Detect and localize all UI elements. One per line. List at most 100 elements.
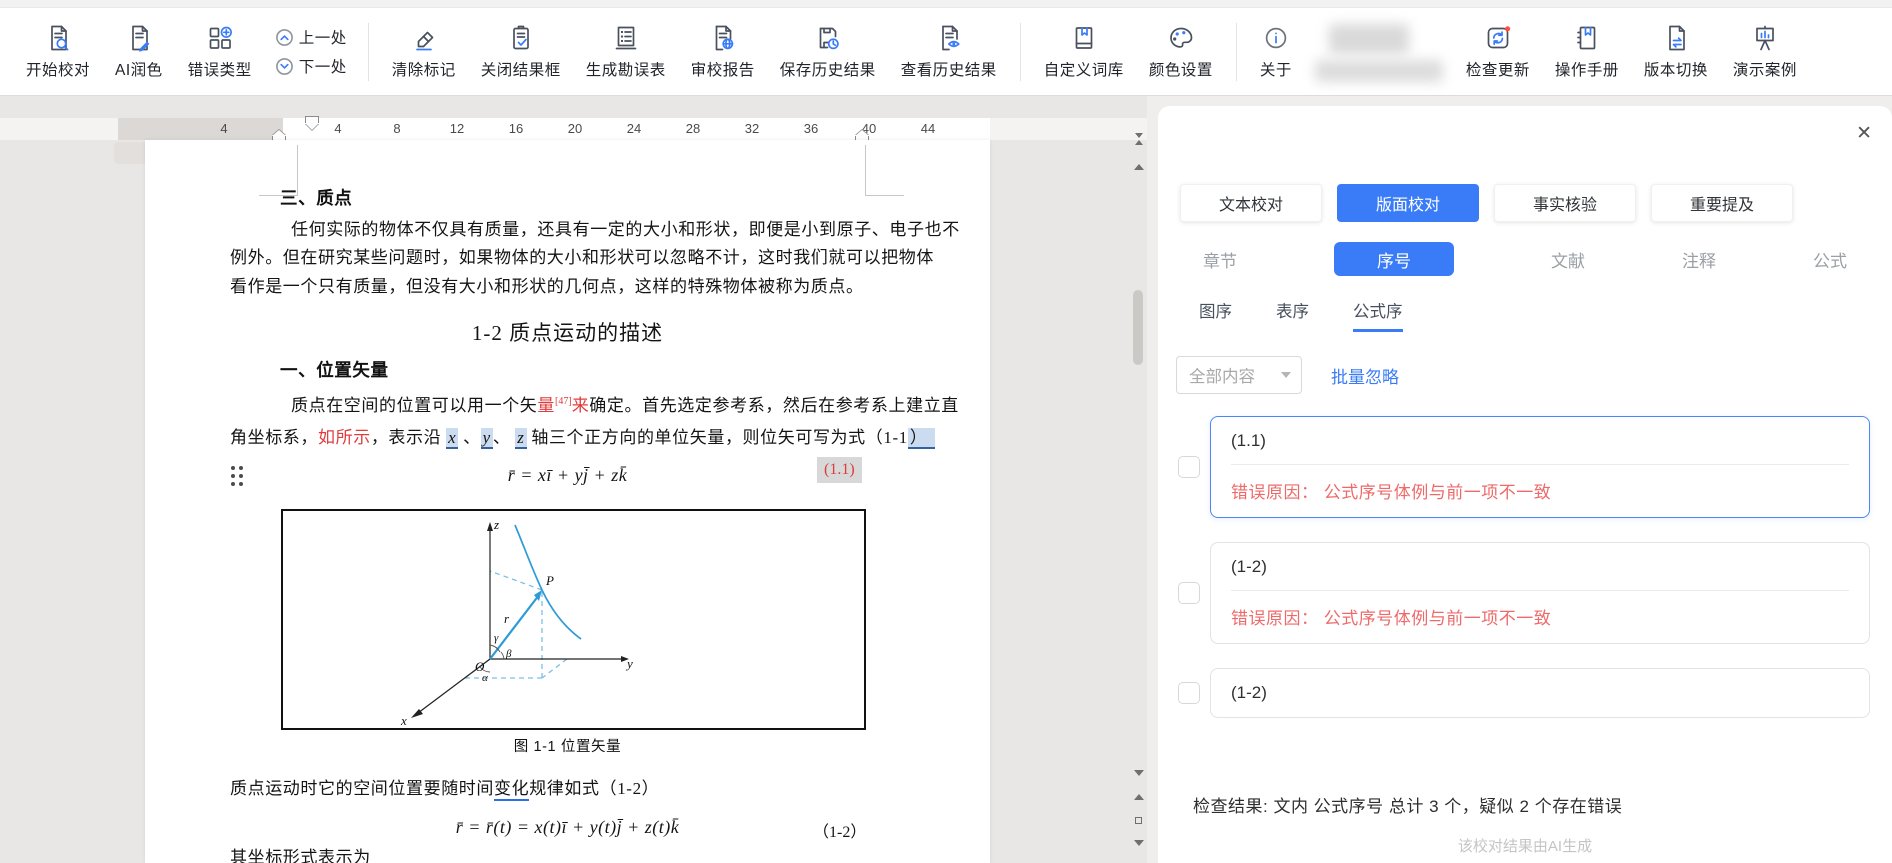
scroll-down-button[interactable] <box>1130 764 1147 781</box>
highlight-y[interactable]: y <box>481 428 493 449</box>
figure-caption: 图 1-1 位置矢量 <box>145 740 990 755</box>
color-settings-button[interactable]: 颜色设置 <box>1147 21 1215 82</box>
subtab-references[interactable]: 文献 <box>1551 247 1585 272</box>
layout-category-tabs: 章节 序号 文献 注释 公式 <box>1203 242 1847 276</box>
doc-paragraph-line: 看作是一个只有质量，但没有大小和形状的几何点，这样的特殊物体被称为质点。 <box>230 278 864 295</box>
formula-1-2-tag: （1-2） <box>813 818 866 842</box>
ruler-tick: 4 <box>334 121 341 136</box>
result-card[interactable]: (1-2) 错误原因： 公式序号体例与前一项不一致 <box>1210 542 1870 644</box>
highlight-paren[interactable]: ） <box>908 428 936 449</box>
ruler-tick: 20 <box>568 121 582 136</box>
doc-text: 质点运动时它的空间位置要随时间 <box>230 779 494 798</box>
tab-text-proof[interactable]: 文本校对 <box>1180 184 1322 222</box>
chevron-down-circle-icon <box>275 57 294 76</box>
subtab-chapters[interactable]: 章节 <box>1203 247 1237 272</box>
list-table-icon <box>611 23 641 53</box>
version-switch-button[interactable]: 版本切换 <box>1642 21 1710 82</box>
close-icon[interactable]: ✕ <box>1856 124 1872 143</box>
seqtab-table-numbers[interactable]: 表序 <box>1276 298 1309 332</box>
view-history-button[interactable]: 查看历史结果 <box>899 21 999 82</box>
error-mark-red-text[interactable]: 来 <box>572 396 590 415</box>
error-types-button[interactable]: 错误类型 <box>186 21 254 82</box>
eraser-icon <box>409 23 439 53</box>
result-row: (1-2) 错误原因： 公式序号体例与前一项不一致 <box>1178 542 1870 644</box>
underlined-term[interactable]: 变化 <box>494 779 529 801</box>
ruler-text-segment: 4 8 12 16 20 24 28 32 36 40 44 <box>283 118 990 140</box>
fig-label-r-vector: r <box>504 611 510 626</box>
dropdown-value: 全部内容 <box>1189 363 1255 387</box>
result-title: (1-2) <box>1231 683 1849 703</box>
next-page-button[interactable] <box>1130 834 1147 851</box>
card-divider <box>1231 464 1849 465</box>
doc-subheading-position-vector: 一、位置矢量 <box>280 362 389 380</box>
formula-1-1: r̄ = xī + yj̄ + zk̄ <box>145 466 990 484</box>
info-circle-icon <box>1261 23 1291 53</box>
formula-1-1-tag[interactable]: (1.1) <box>817 457 862 483</box>
redacted-logo <box>1315 20 1443 84</box>
demo-cases-button[interactable]: 演示案例 <box>1731 21 1799 82</box>
result-card-selected[interactable]: (1.1) 错误原因： 公式序号体例与前一项不一致 <box>1210 416 1870 518</box>
result-title: (1-2) <box>1231 557 1849 577</box>
error-mark-red-text[interactable]: 如所示 <box>318 428 371 447</box>
doc-paragraph-line-clipped: 其坐标形式表示为 <box>230 849 371 863</box>
doc-text: 确定。首先选定参考系，然后在参考系上建立直 <box>589 396 959 415</box>
subtab-numbering[interactable]: 序号 <box>1334 242 1454 276</box>
ruler-margin-number: 4 <box>220 121 227 136</box>
subtab-formulas[interactable]: 公式 <box>1813 247 1847 272</box>
result-checkbox[interactable] <box>1178 682 1200 704</box>
doc-pen-icon <box>124 23 154 53</box>
tab-key-mentions[interactable]: 重要提及 <box>1651 184 1793 222</box>
doc-paragraph-line: 例外。但在研究某些问题时，如果物体的大小和形状可以忽略不计，这时我们就可以把物体 <box>230 249 934 266</box>
citation-superscript[interactable]: [47] <box>555 396 572 407</box>
doc-eye-icon <box>934 23 964 53</box>
ai-polish-button[interactable]: AI润色 <box>113 21 165 82</box>
margin-corner-mark <box>866 195 904 196</box>
batch-ignore-link[interactable]: 批量忽略 <box>1331 363 1399 388</box>
doc-switch-icon <box>1661 23 1691 53</box>
browse-object-button[interactable] <box>1130 812 1147 829</box>
clear-marks-button[interactable]: 清除标记 <box>390 21 458 82</box>
save-history-button[interactable]: 保存历史结果 <box>778 21 878 82</box>
handbook-icon <box>1572 23 1602 53</box>
custom-dictionary-button[interactable]: 自定义词库 <box>1042 21 1126 82</box>
result-checkbox[interactable] <box>1178 456 1200 478</box>
prev-error-button[interactable]: 上一处 <box>275 26 347 48</box>
doc-text: 规律如式（1-2） <box>529 779 659 798</box>
highlight-x[interactable]: x <box>446 428 458 449</box>
about-button[interactable]: 关于 <box>1258 21 1294 82</box>
doc-clock-icon <box>813 23 843 53</box>
doc-globe-icon <box>708 23 738 53</box>
error-nav-group: 上一处 下一处 <box>275 26 347 77</box>
seqtab-formula-numbers[interactable]: 公式序 <box>1353 298 1403 332</box>
manual-button[interactable]: 操作手册 <box>1553 21 1621 82</box>
doc-paragraph-line: 任何实际的物体不仅具有质量，还具有一定的大小和形状，即便是小到原子、电子也不 <box>291 221 960 238</box>
previous-page-button[interactable] <box>1130 788 1147 805</box>
tab-layout-proof[interactable]: 版面校对 <box>1337 184 1479 222</box>
result-card-list: (1.1) 错误原因： 公式序号体例与前一项不一致 (1-2) 错误原因： 公式… <box>1158 416 1892 718</box>
doc-paragraph-line: 角坐标系，如所示，表示沿 x 、y、 z 轴三个正方向的单位矢量，则位矢可写为式… <box>230 429 935 446</box>
doc-text: 轴三个正方向的单位矢量，则位矢可写为式（1-1 <box>527 428 908 447</box>
next-error-button[interactable]: 下一处 <box>275 55 347 77</box>
horizontal-ruler[interactable]: 4 4 8 12 16 20 24 28 32 36 40 44 <box>0 118 1147 140</box>
highlight-z[interactable]: z <box>515 428 526 449</box>
error-mark-red-text[interactable]: 量 <box>537 396 555 415</box>
scrollbar-thumb[interactable] <box>1133 290 1143 365</box>
check-update-button[interactable]: 检查更新 <box>1464 21 1532 82</box>
content-filter-dropdown[interactable]: 全部内容 <box>1176 356 1302 394</box>
generate-errata-button[interactable]: 生成勘误表 <box>584 21 668 82</box>
review-report-button[interactable]: 审校报告 <box>689 21 757 82</box>
document-scrollbar <box>1130 96 1147 863</box>
seqtab-figure-numbers[interactable]: 图序 <box>1199 298 1232 332</box>
result-checkbox[interactable] <box>1178 582 1200 604</box>
tab-fact-check[interactable]: 事实核验 <box>1494 184 1636 222</box>
block-drag-handle[interactable] <box>231 466 243 486</box>
toolbar-divider <box>368 23 369 81</box>
result-title: (1.1) <box>1231 431 1849 451</box>
document-page[interactable]: 三、质点 任何实际的物体不仅具有质量，还具有一定的大小和形状，即便是小到原子、电… <box>145 140 990 863</box>
start-proof-button[interactable]: 开始校对 <box>24 21 92 82</box>
scroll-up-button[interactable] <box>1130 158 1147 175</box>
close-result-box-button[interactable]: 关闭结果框 <box>479 21 563 82</box>
subtab-annotations[interactable]: 注释 <box>1682 247 1716 272</box>
split-view-handle[interactable] <box>1130 130 1147 147</box>
result-card[interactable]: (1-2) <box>1210 668 1870 718</box>
